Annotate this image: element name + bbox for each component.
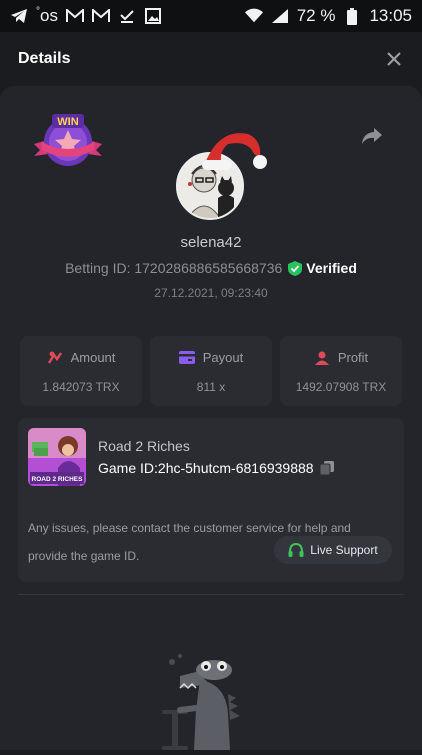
- profit-icon: [314, 351, 329, 365]
- close-button[interactable]: [384, 49, 404, 69]
- clock: 13:05: [369, 6, 412, 25]
- verified-badge: Verified: [288, 260, 357, 276]
- wifi-icon: [244, 7, 263, 25]
- username: selena42: [180, 234, 242, 251]
- game-thumbnail[interactable]: ROAD 2 RICHES: [28, 428, 86, 486]
- game-id-row: Game ID:2hc-5hutcm-6816939888: [98, 460, 334, 476]
- share-icon: [362, 128, 382, 144]
- stat-label: Amount: [70, 350, 116, 365]
- live-support-label: Live Support: [310, 543, 378, 557]
- gmail-icon: [91, 7, 110, 25]
- game-card: ROAD 2 RICHES Road 2 Riches Game ID:2hc-…: [18, 418, 404, 582]
- telegram-icon: [10, 7, 28, 25]
- stat-value: 811 x: [196, 380, 226, 394]
- betting-id-row: Betting ID: 1720286886585668736 Verified: [0, 260, 422, 276]
- image-icon: [144, 7, 162, 25]
- svg-text:WIN: WIN: [57, 116, 78, 128]
- live-support-button[interactable]: Live Support: [274, 536, 392, 564]
- stat-value: 1.842073 TRX: [42, 380, 120, 394]
- game-id: Game ID:2hc-5hutcm-6816939888: [98, 460, 314, 476]
- gmail-icon: [65, 7, 84, 25]
- payout-icon: [178, 351, 195, 364]
- details-header: Details: [0, 32, 422, 86]
- stat-label: Payout: [202, 350, 244, 365]
- timestamp: 27.12.2021, 09:23:40: [154, 286, 268, 300]
- svg-text:ROAD 2 RICHES: ROAD 2 RICHES: [32, 476, 84, 483]
- stat-card-amount: Amount 1.842073 TRX: [20, 336, 142, 406]
- share-button[interactable]: [360, 126, 384, 146]
- game-name: Road 2 Riches: [98, 438, 190, 454]
- santa-hat-icon: [202, 133, 267, 170]
- stat-card-payout: Payout 811 x: [150, 336, 272, 406]
- copy-icon[interactable]: [319, 461, 334, 475]
- stat-label: Profit: [337, 350, 369, 365]
- avatar-container: [176, 126, 272, 222]
- amount-icon: [47, 351, 62, 364]
- status-bar: °os 72 % 13:05: [0, 0, 422, 32]
- stat-card-profit: Profit 1492.07908 TRX: [280, 336, 402, 406]
- signal-icon: [271, 7, 289, 25]
- check-icon: [118, 7, 136, 25]
- page-title: Details: [18, 50, 71, 67]
- betting-id: Betting ID: 1720286886585668736: [65, 260, 283, 276]
- crocodile-mascot: [150, 654, 262, 750]
- battery-icon: [343, 7, 361, 25]
- close-icon: [387, 52, 401, 66]
- win-badge: WIN: [32, 112, 104, 170]
- verified-label: Verified: [306, 260, 357, 276]
- os-indicator: °os: [36, 6, 58, 25]
- stat-value: 1492.07908 TRX: [295, 380, 387, 394]
- shield-check-icon: [288, 260, 303, 276]
- headset-icon: [288, 542, 304, 557]
- battery-percent: 72 %: [296, 6, 336, 25]
- divider: [18, 594, 404, 595]
